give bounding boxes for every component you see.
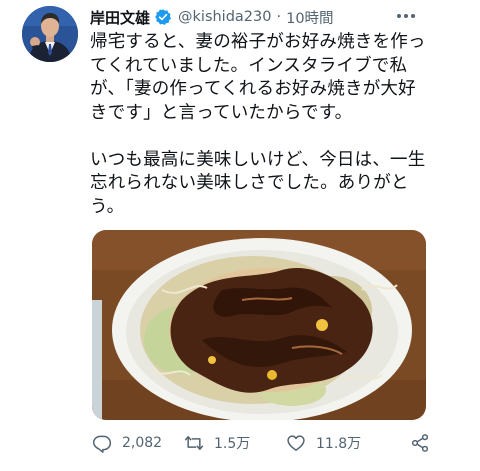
text-line: 忘れられない美味しさでした。ありがと: [90, 173, 409, 193]
text-line: 帰宅すると、妻の裕子がお好み焼きを作っ: [90, 32, 426, 52]
verified-badge-icon: [154, 8, 172, 26]
share-icon: [410, 433, 430, 453]
avatar[interactable]: [22, 6, 78, 62]
like-button[interactable]: 11.8万: [286, 431, 361, 455]
like-count: 11.8万: [316, 436, 362, 452]
handle[interactable]: @kishida230: [178, 9, 271, 25]
reply-button[interactable]: 2,082: [92, 431, 162, 455]
reply-icon: [92, 433, 112, 453]
more-options-icon[interactable]: [394, 9, 418, 23]
separator-dot: ·: [276, 9, 282, 25]
text-line: てくれていました。インスタライブで私: [90, 55, 408, 76]
tweet-text: 帰宅すると、妻の裕子がお好み焼きを作っ てくれていました。インスタライブで私 が…: [90, 31, 426, 220]
tweet-actions: 2,082 1.5万 11.8万: [92, 431, 432, 455]
text-line: いつも最高に美味しいけど、今日は、一生: [90, 149, 426, 170]
display-name[interactable]: 岸田文雄: [90, 7, 150, 28]
retweet-count: 1.5万: [214, 436, 251, 452]
retweet-icon: [184, 433, 204, 453]
tweet-paragraph-1: 帰宅すると、妻の裕子がお好み焼きを作っ てくれていました。インスタライブで私 が…: [90, 31, 426, 125]
text-line: きです」と言っていたからです。: [90, 102, 353, 123]
tweet-header: 岸田文雄 @kishida230 · 10時間: [90, 6, 334, 28]
retweet-button[interactable]: 1.5万: [184, 431, 250, 455]
like-icon: [286, 433, 306, 453]
text-line: う。: [90, 196, 125, 217]
tweet-photo[interactable]: [92, 230, 426, 420]
timestamp[interactable]: 10時間: [286, 7, 333, 28]
share-button[interactable]: [410, 431, 430, 455]
tweet-paragraph-2: いつも最高に美味しいけど、今日は、一生 忘れられない美味しさでした。ありがと う…: [90, 149, 426, 220]
reply-count: 2,082: [122, 435, 163, 451]
text-line: が、「妻の作ってくれるお好み焼きが大好: [90, 79, 416, 99]
tweet: 岸田文雄 @kishida230 · 10時間 帰宅すると、妻の裕子がお好み焼き…: [0, 0, 480, 471]
